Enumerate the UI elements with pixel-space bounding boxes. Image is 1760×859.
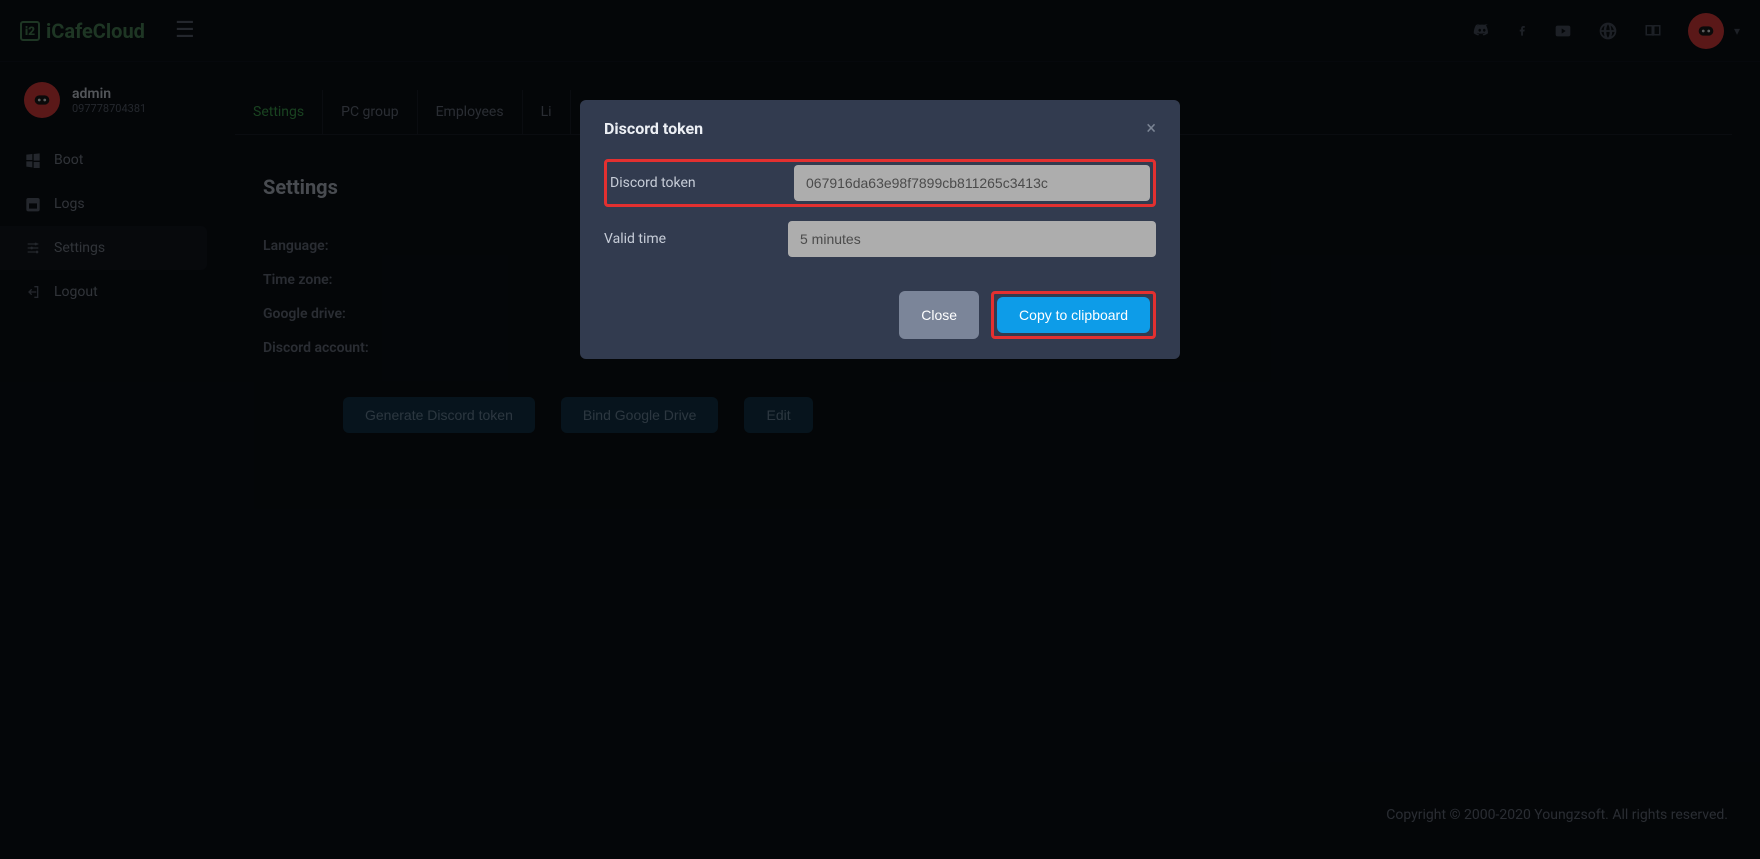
modal-backdrop: Discord token × Discord token Valid time… — [0, 0, 1760, 859]
copy-to-clipboard-button[interactable]: Copy to clipboard — [997, 297, 1150, 333]
close-button[interactable]: Close — [899, 291, 979, 339]
copy-highlight: Copy to clipboard — [991, 291, 1156, 339]
modal-footer: Close Copy to clipboard — [580, 283, 1180, 359]
modal-title: Discord token — [604, 119, 703, 138]
token-highlight: Discord token — [604, 159, 1156, 207]
token-label: Discord token — [610, 175, 794, 191]
modal-body: Discord token Valid time — [580, 153, 1180, 283]
valid-input[interactable] — [788, 221, 1156, 257]
valid-label: Valid time — [604, 231, 788, 247]
modal-row-valid: Valid time — [604, 221, 1156, 257]
discord-token-modal: Discord token × Discord token Valid time… — [580, 100, 1180, 359]
modal-header: Discord token × — [580, 100, 1180, 153]
modal-row-token: Discord token — [610, 165, 1150, 201]
token-input[interactable] — [794, 165, 1150, 201]
close-icon[interactable]: × — [1146, 118, 1156, 139]
